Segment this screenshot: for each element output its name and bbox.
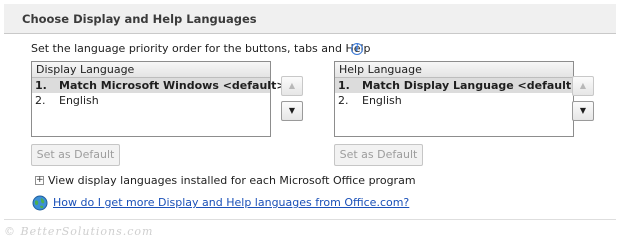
- list-item-label: English: [59, 94, 99, 107]
- watermark: © BetterSolutions.com: [4, 225, 154, 238]
- arrow-down-icon: ▼: [288, 106, 296, 115]
- list-item-number: 1.: [35, 79, 47, 92]
- list-item[interactable]: 2. English: [32, 93, 270, 108]
- list-item[interactable]: 1. Match Display Language <default>: [335, 78, 580, 93]
- section-header: Choose Display and Help Languages: [4, 4, 616, 34]
- divider: [4, 219, 616, 220]
- instruction-text: Set the language priority order for the …: [31, 42, 371, 55]
- expand-icon[interactable]: +: [35, 176, 44, 185]
- expand-installed-languages-label[interactable]: View display languages installed for eac…: [48, 174, 416, 187]
- list-item-number: 1.: [338, 79, 350, 92]
- display-move-up-button[interactable]: ▲: [281, 76, 303, 96]
- help-set-default-button[interactable]: Set as Default: [334, 144, 423, 166]
- list-item-label: Match Display Language <default>: [362, 79, 581, 92]
- list-item-number: 2.: [35, 94, 46, 107]
- list-item-label: English: [362, 94, 402, 107]
- display-language-header: Display Language: [32, 62, 270, 78]
- help-move-down-button[interactable]: ▼: [572, 101, 594, 121]
- section-title: Choose Display and Help Languages: [22, 12, 257, 26]
- language-options-panel: Choose Display and Help Languages Set th…: [0, 0, 621, 241]
- display-set-default-button[interactable]: Set as Default: [31, 144, 120, 166]
- arrow-up-icon: ▲: [288, 81, 296, 90]
- list-item-number: 2.: [338, 94, 349, 107]
- list-item-label: Match Microsoft Windows <default>: [59, 79, 286, 92]
- display-move-down-button[interactable]: ▼: [281, 101, 303, 121]
- help-language-list[interactable]: Help Language 1. Match Display Language <…: [334, 61, 580, 137]
- info-icon[interactable]: i: [351, 43, 363, 55]
- arrow-up-icon: ▲: [579, 81, 587, 90]
- list-item[interactable]: 2. English: [335, 93, 573, 108]
- display-language-list[interactable]: Display Language 1. Match Microsoft Windo…: [31, 61, 286, 137]
- help-move-up-button[interactable]: ▲: [572, 76, 594, 96]
- more-languages-link[interactable]: How do I get more Display and Help langu…: [53, 196, 409, 209]
- list-item[interactable]: 1. Match Microsoft Windows <default>: [32, 78, 286, 93]
- help-language-header: Help Language: [335, 62, 573, 78]
- arrow-down-icon: ▼: [579, 106, 587, 115]
- globe-icon: [32, 195, 48, 211]
